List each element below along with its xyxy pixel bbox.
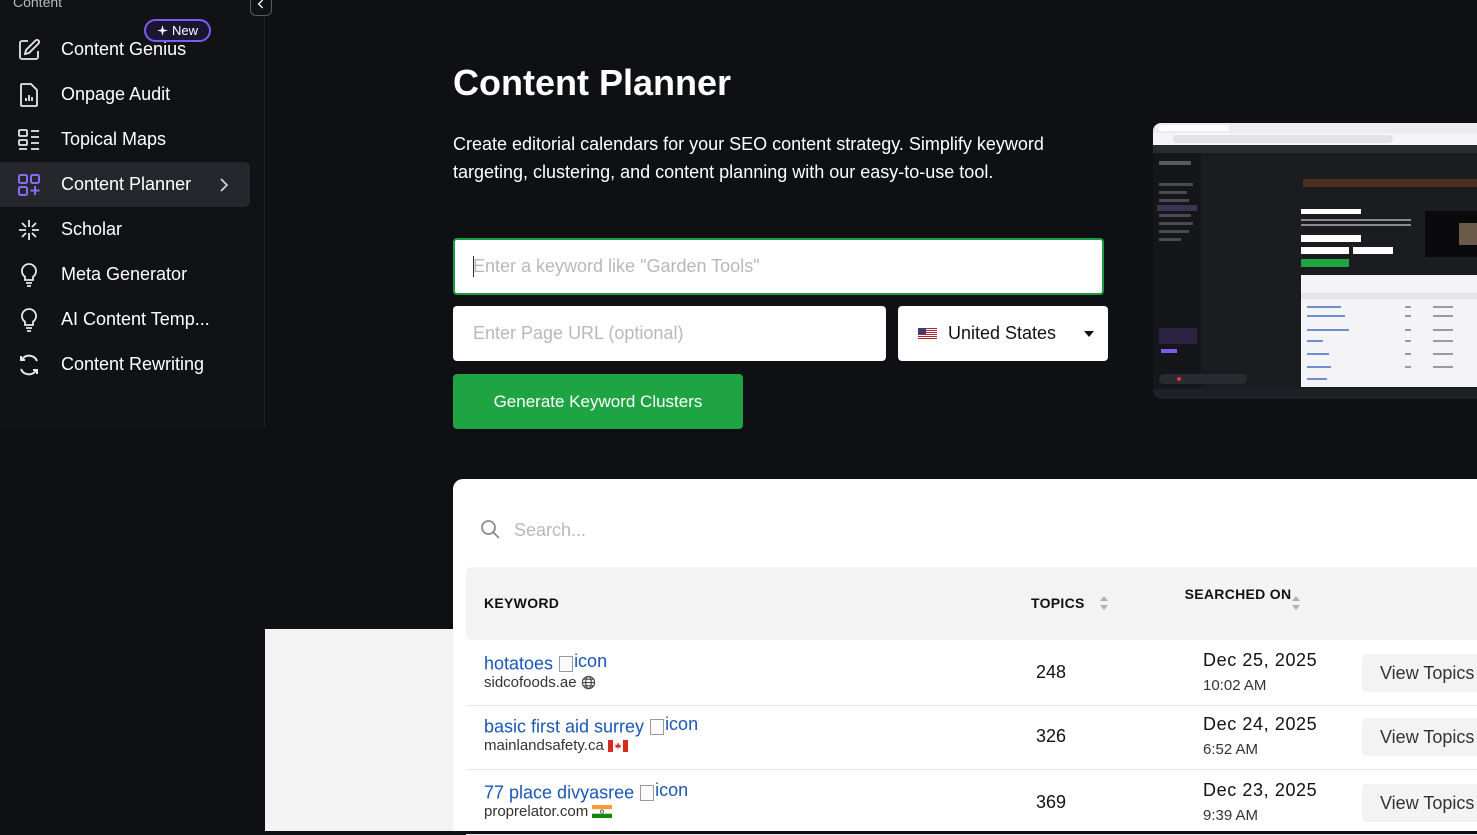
new-badge: New <box>144 19 211 42</box>
sidebar-item-meta-generator[interactable]: Meta Generator <box>0 252 250 297</box>
sidebar-item-label: Topical Maps <box>61 129 167 149</box>
broken-image-icon: icon <box>640 780 688 801</box>
grid-plus-icon <box>16 172 42 198</box>
table-row: basic first aid surrey icon mainlandsafet… <box>466 705 1477 770</box>
topics-count: 326 <box>1036 726 1067 746</box>
india-flag-icon <box>592 805 613 818</box>
report-icon <box>16 82 42 108</box>
sort-icon[interactable] <box>1099 595 1109 611</box>
sidebar-section-label: Content <box>13 0 63 10</box>
sparkle-icon <box>156 25 168 36</box>
view-topics-button[interactable]: View Topics <box>1362 718 1477 756</box>
domain-text: sidcofoods.ae <box>484 674 577 691</box>
refresh-icon <box>16 352 42 378</box>
sort-icon[interactable] <box>1291 595 1301 611</box>
searched-time: 6:52 AM <box>1203 741 1259 758</box>
sparkle-burst-icon <box>16 217 42 243</box>
country-select[interactable]: United States <box>898 306 1108 361</box>
sidebar-item-content-genius[interactable]: Content Genius <box>0 27 250 72</box>
keyword-link[interactable]: basic first aid surrey icon <box>484 714 698 738</box>
keyword-text: 77 place divyasree <box>484 782 635 803</box>
column-header-topics[interactable]: TOPICS <box>1031 595 1085 611</box>
sidebar-item-onpage-audit[interactable]: Onpage Audit <box>0 72 250 117</box>
lightbulb-icon <box>16 262 42 288</box>
image-alt-text: icon <box>655 780 689 800</box>
domain-label: sidcofoods.ae <box>484 674 596 691</box>
searched-date: Dec 24, 2025 <box>1203 714 1318 734</box>
sidebar-item-content-planner[interactable]: Content Planner <box>0 162 250 207</box>
keyword-text: hotatoes <box>484 653 554 674</box>
keyword-input[interactable] <box>453 238 1104 295</box>
keyword-text: basic first aid surrey <box>484 716 645 737</box>
us-flag-icon <box>918 328 937 340</box>
canada-flag-icon <box>607 739 628 752</box>
searched-date: Dec 25, 2025 <box>1203 650 1318 670</box>
keyword-link[interactable]: 77 place divyasree icon <box>484 780 688 804</box>
sidebar-item-label: Content Genius <box>61 39 187 59</box>
table-header: KEYWORD TOPICS SEARCHED ON <box>466 567 1477 640</box>
domain-label: mainlandsafety.ca <box>484 737 628 754</box>
page-url-input[interactable] <box>453 306 886 361</box>
sidebar-item-label: AI Content Temp... <box>61 309 210 329</box>
domain-text: proprelator.com <box>484 803 589 820</box>
sidebar-item-label: Onpage Audit <box>61 84 171 104</box>
country-select-value: United States <box>948 323 1057 343</box>
chevron-left-icon <box>257 0 264 9</box>
domain-label: proprelator.com <box>484 803 613 820</box>
chevron-right-icon <box>220 177 229 192</box>
sidebar-item-label: Scholar <box>61 219 123 239</box>
new-badge-label: New <box>171 23 198 38</box>
globe-icon <box>581 675 595 690</box>
page-description: Create editorial calendars for your SEO … <box>453 134 1044 182</box>
image-alt-text: icon <box>665 714 699 734</box>
domain-text: mainlandsafety.ca <box>484 737 604 754</box>
sidebar-item-content-rewriting[interactable]: Content Rewriting <box>0 342 250 387</box>
collapse-sidebar-button[interactable] <box>250 0 272 16</box>
image-alt-text: icon <box>574 651 608 671</box>
sidebar-item-topical-maps[interactable]: Topical Maps <box>0 117 250 162</box>
lightbulb-icon <box>16 307 42 333</box>
edit-icon <box>16 37 42 63</box>
column-header-keyword: KEYWORD <box>484 595 560 611</box>
searched-time: 10:02 AM <box>1203 677 1267 694</box>
keyword-history-card: KEYWORD TOPICS SEARCHED ON hotatoes icon … <box>453 479 1477 835</box>
keyword-link[interactable]: hotatoes icon <box>484 651 607 675</box>
table-row: hotatoes icon sidcofoods.ae 248 Dec 25, 2… <box>466 641 1477 706</box>
broken-image-icon: icon <box>559 651 607 672</box>
grid-list-icon <box>16 127 42 153</box>
table-search-input[interactable] <box>512 514 916 546</box>
searched-time: 9:39 AM <box>1203 807 1259 824</box>
sidebar-item-ai-content-templates[interactable]: AI Content Temp... <box>0 297 250 342</box>
caret-down-icon <box>1084 331 1094 337</box>
table-row: 77 place divyasree icon proprelator.com 3… <box>466 770 1477 835</box>
sidebar-item-label: Content Rewriting <box>61 354 205 374</box>
view-topics-button[interactable]: View Topics <box>1362 784 1477 822</box>
sidebar-item-label: Meta Generator <box>61 264 188 284</box>
topics-count: 248 <box>1036 662 1067 682</box>
page-title: Content Planner <box>453 62 732 103</box>
view-topics-button[interactable]: View Topics <box>1362 654 1477 692</box>
searched-date: Dec 23, 2025 <box>1203 780 1318 800</box>
search-icon <box>481 520 500 539</box>
tutorial-video-preview[interactable] <box>1153 123 1477 399</box>
preview-screenshot-image <box>1153 123 1477 389</box>
broken-image-icon: icon <box>650 714 698 735</box>
sidebar: Content Content Genius New Onpage Audit … <box>0 0 272 428</box>
sidebar-item-label: Content Planner <box>61 174 192 194</box>
generate-keyword-clusters-button[interactable]: Generate Keyword Clusters <box>453 374 743 429</box>
column-header-searched-on[interactable]: SEARCHED ON <box>1184 586 1292 603</box>
topics-count: 369 <box>1036 792 1067 812</box>
text-caret <box>473 256 474 277</box>
sidebar-item-scholar[interactable]: Scholar <box>0 207 250 252</box>
